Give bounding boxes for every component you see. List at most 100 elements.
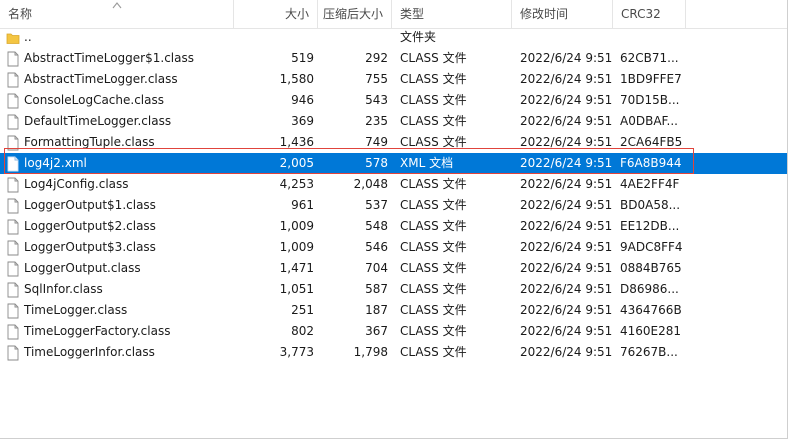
file-name-cell: AbstractTimeLogger.class [6,69,232,90]
file-modified: 2022/6/24 9:51 [520,345,612,359]
file-type: CLASS 文件 [400,114,467,128]
folder-icon [6,30,20,46]
file-type: CLASS 文件 [400,135,467,149]
file-row[interactable]: TimeLoggerInfor.class 3,773 1,798 CLASS 文件 2… [0,342,787,363]
file-name-cell: ConsoleLogCache.class [6,90,232,111]
file-name-cell: LoggerOutput$3.class [6,237,232,258]
file-packed-size: 578 [365,156,388,170]
file-icon [6,114,20,130]
file-packed-size: 543 [365,93,388,107]
file-modified: 2022/6/24 9:51 [520,261,612,275]
file-row[interactable]: ConsoleLogCache.class 946 543 CLASS 文件 2022/… [0,90,787,111]
column-header-type[interactable]: 类型 [392,0,512,28]
file-icon [6,93,20,109]
file-crc32: F6A8B944 [620,156,682,170]
file-icon [6,177,20,193]
file-name: Log4jConfig.class [24,177,129,191]
file-modified: 2022/6/24 9:51 [520,303,612,317]
file-crc32: 4AE2FF4F [620,177,680,191]
file-packed-size: 548 [365,219,388,233]
file-crc32: A0DBAF... [620,114,678,128]
column-header-name[interactable]: 名称 [0,0,234,28]
file-name-cell: LoggerOutput$1.class [6,195,232,216]
file-modified: 2022/6/24 9:51 [520,114,612,128]
file-size [234,27,314,48]
file-name: ConsoleLogCache.class [24,93,164,107]
file-row-selected[interactable]: log4j2.xml 2,005 578 XML 文档 2022/6/24 9:51 F6… [0,153,787,174]
file-row[interactable]: TimeLoggerFactory.class 802 367 CLASS 文件 202… [0,321,787,342]
file-size: 1,471 [279,261,314,275]
file-icon [6,51,20,67]
file-row[interactable]: SqlInfor.class 1,051 587 CLASS 文件 2022/6/24 … [0,279,787,300]
file-name: AbstractTimeLogger.class [24,72,178,86]
file-type: CLASS 文件 [400,177,467,191]
column-header-crc[interactable]: CRC32 [613,0,686,28]
file-name-cell: TimeLoggerInfor.class [6,342,232,363]
file-modified: 2022/6/24 9:51 [520,135,612,149]
file-modified [520,27,612,48]
file-size: 1,436 [279,135,314,149]
file-name: TimeLoggerFactory.class [24,324,171,338]
file-type: CLASS 文件 [400,282,467,296]
archive-file-list: 名称 大小 压缩后大小 类型 修改时间 CRC32 .. 文件夹 AbstractT… [0,0,788,439]
file-row[interactable]: LoggerOutput$1.class 961 537 CLASS 文件 2022/6… [0,195,787,216]
file-modified: 2022/6/24 9:51 [520,198,612,212]
file-row[interactable]: .. 文件夹 [0,27,787,48]
file-type: CLASS 文件 [400,93,467,107]
file-row[interactable]: AbstractTimeLogger$1.class 519 292 CLASS 文件… [0,48,787,69]
file-modified: 2022/6/24 9:51 [520,72,612,86]
file-rows: .. 文件夹 AbstractTimeLogger$1.class 519 292 CLA… [0,27,787,363]
file-name-cell: LoggerOutput.class [6,258,232,279]
file-type: CLASS 文件 [400,324,467,338]
file-size: 519 [291,51,314,65]
file-row[interactable]: Log4jConfig.class 4,253 2,048 CLASS 文件 2022/… [0,174,787,195]
file-icon [6,219,20,235]
file-name-cell: log4j2.xml [6,153,232,174]
file-type: CLASS 文件 [400,240,467,254]
file-row[interactable]: LoggerOutput.class 1,471 704 CLASS 文件 2022/6… [0,258,787,279]
file-icon [6,72,20,88]
file-size: 1,009 [279,219,314,233]
file-icon [6,345,20,361]
file-size: 4,253 [279,177,314,191]
file-crc32: D86986... [620,282,679,296]
file-packed-size [318,27,388,48]
file-modified: 2022/6/24 9:51 [520,156,612,170]
column-header-packed[interactable]: 压缩后大小 [318,0,392,28]
column-header-modified[interactable]: 修改时间 [512,0,613,28]
file-crc32 [620,27,684,48]
file-crc32: EE12DB... [620,219,680,233]
column-header-modified-label: 修改时间 [520,7,569,21]
file-name-cell: TimeLogger.class [6,300,232,321]
column-header-size-label: 大小 [284,7,309,21]
file-type: CLASS 文件 [400,198,467,212]
file-packed-size: 1,798 [353,345,388,359]
file-type: CLASS 文件 [400,303,467,317]
file-name-cell: TimeLoggerFactory.class [6,321,232,342]
file-row[interactable]: TimeLogger.class 251 187 CLASS 文件 2022/6/24 … [0,300,787,321]
file-modified: 2022/6/24 9:51 [520,93,612,107]
file-row[interactable]: DefaultTimeLogger.class 369 235 CLASS 文件 202… [0,111,787,132]
file-packed-size: 546 [365,240,388,254]
file-icon [6,324,20,340]
file-crc32: 4160E281 [620,324,682,338]
file-row[interactable]: FormattingTuple.class 1,436 749 CLASS 文件 202… [0,132,787,153]
file-size: 369 [291,114,314,128]
file-size: 2,005 [279,156,314,170]
column-header-packed-label: 压缩后大小 [322,7,383,21]
file-type: 文件夹 [400,30,437,44]
file-icon [6,303,20,319]
file-name: SqlInfor.class [24,282,103,296]
file-crc32: 4364766B [620,303,682,317]
file-row[interactable]: LoggerOutput$2.class 1,009 548 CLASS 文件 2022… [0,216,787,237]
file-row[interactable]: AbstractTimeLogger.class 1,580 755 CLASS 文件… [0,69,787,90]
file-crc32: 0884B765 [620,261,682,275]
column-header-size[interactable]: 大小 [234,0,318,28]
file-row[interactable]: LoggerOutput$3.class 1,009 546 CLASS 文件 2022… [0,237,787,258]
file-modified: 2022/6/24 9:51 [520,282,612,296]
file-modified: 2022/6/24 9:51 [520,240,612,254]
file-icon [6,282,20,298]
file-crc32: 9ADC8FF4 [620,240,683,254]
file-packed-size: 187 [365,303,388,317]
file-type: CLASS 文件 [400,261,467,275]
